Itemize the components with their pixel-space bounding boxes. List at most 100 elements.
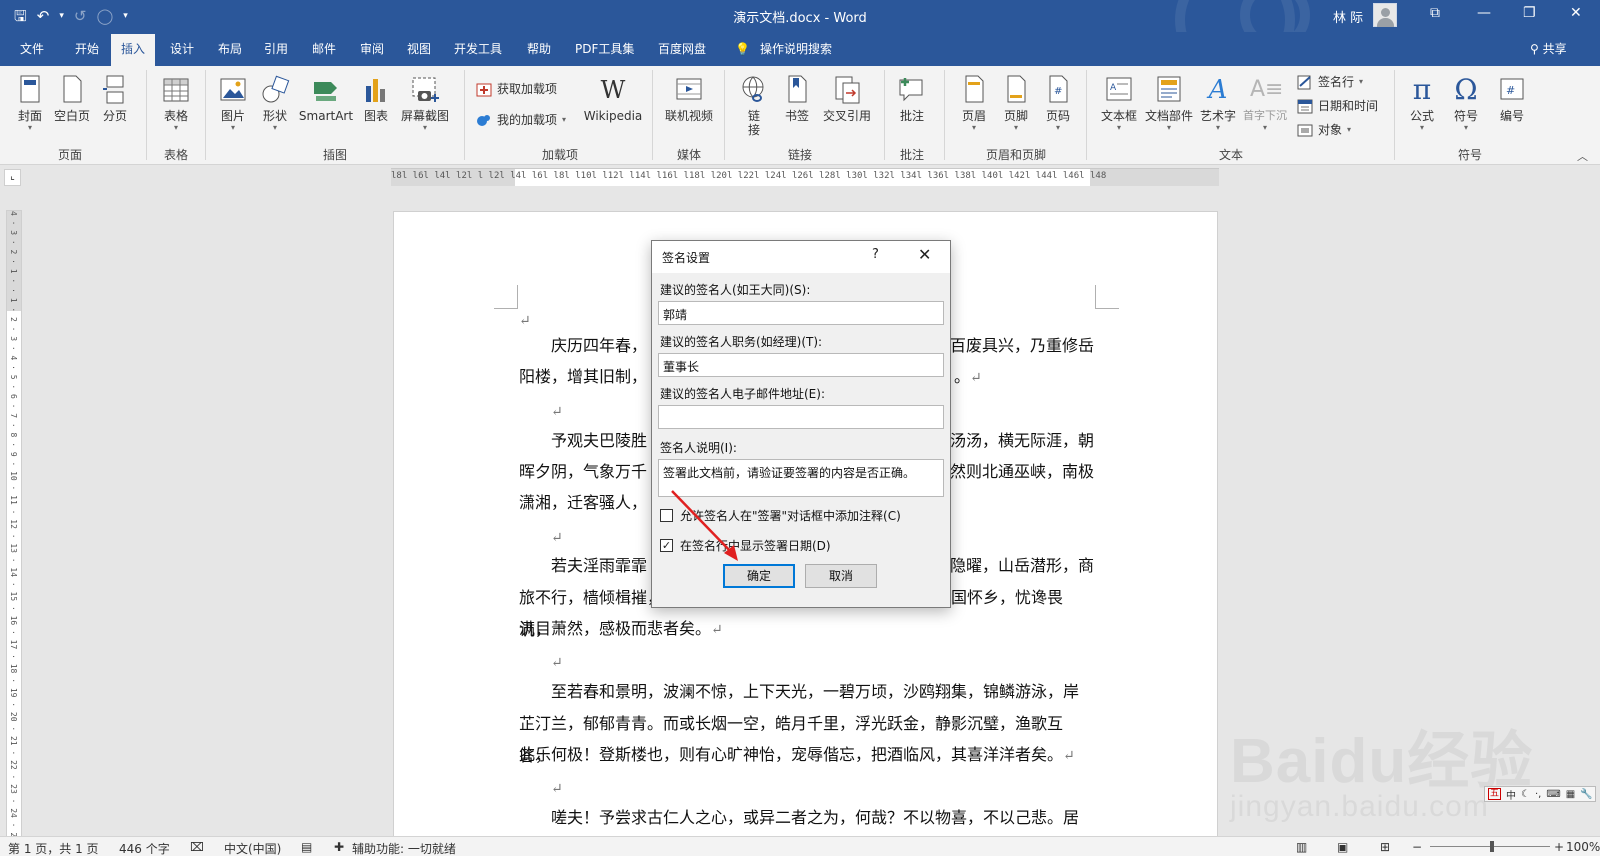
tell-me-search[interactable]: 操作说明搜索 xyxy=(758,32,834,66)
vertical-scrollbar[interactable] xyxy=(1582,189,1600,836)
pictures-button[interactable]: 图片 ▾ xyxy=(215,74,251,133)
cross-reference-button[interactable]: 交叉引用 xyxy=(818,74,876,123)
zoom-slider-knob[interactable] xyxy=(1490,841,1494,852)
date-time-button[interactable]: 日期和时间 xyxy=(1297,97,1378,114)
page-break-label: 分页 xyxy=(102,109,127,123)
close-icon[interactable]: ✕ xyxy=(918,245,931,264)
signer-email-input[interactable] xyxy=(658,405,944,429)
vertical-ruler[interactable]: 4 · 3 · 2 · 1 · · 1 · 2 · 3 · 4 · 5 · 6 … xyxy=(6,210,22,850)
ribbon: 封面 ▾ 空白页 分页 页面 表格 ▾ 表格 图片 ▾ 形状 ▾ SmartAr… xyxy=(0,66,1600,165)
share-button[interactable]: ⚲ 共享 xyxy=(1530,32,1567,66)
group-label-links: 链接 xyxy=(787,148,812,162)
cover-page-label: 封面 xyxy=(17,109,42,123)
avatar[interactable] xyxy=(1373,3,1397,27)
footer-button[interactable]: 页脚 ▾ xyxy=(998,74,1034,133)
table-button[interactable]: 表格 ▾ xyxy=(156,74,196,133)
accessibility-status[interactable]: 辅助功能: 一切就绪 xyxy=(352,840,456,856)
keyboard-icon[interactable]: ⌨ xyxy=(1546,789,1560,800)
ribbon-display-options-icon[interactable]: ⧉ xyxy=(1430,5,1440,21)
ime-mode-label[interactable]: 中 xyxy=(1506,787,1516,802)
tab-pdf-tools[interactable]: PDF工具集 xyxy=(573,32,636,66)
zoom-out-icon[interactable]: − xyxy=(1412,840,1422,854)
paragraph-mark: ↵ xyxy=(551,655,563,671)
signature-setup-dialog: 签名设置 ? ✕ 建议的签名人(如王大同)(S): 郭靖 建议的签名人职务(如经… xyxy=(651,240,951,608)
wordart-button[interactable]: A 艺术字 ▾ xyxy=(1196,74,1240,133)
tab-layout[interactable]: 布局 xyxy=(216,32,244,66)
footer-icon xyxy=(1007,75,1026,103)
close-icon[interactable]: ✕ xyxy=(1570,5,1582,21)
status-bar: 第 1 页，共 1 页 446 个字 ⌧ 中文(中国) ▤ ✚ 辅助功能: 一切… xyxy=(0,836,1600,856)
crop-mark xyxy=(1095,285,1119,309)
equation-label: 公式 xyxy=(1409,109,1434,123)
zoom-in-icon[interactable]: + xyxy=(1554,840,1564,854)
punctuation-icon[interactable]: ·, xyxy=(1535,789,1541,800)
signer-title-input[interactable]: 董事长 xyxy=(658,353,944,377)
collapse-ribbon-icon[interactable]: ︿ xyxy=(1577,148,1588,164)
horizontal-ruler[interactable]: l8l l6l l4l l2l l l2l l4l l6l l8l l10l l… xyxy=(391,168,1219,186)
bookmark-button[interactable]: 书签 xyxy=(780,74,814,123)
tab-view[interactable]: 视图 xyxy=(405,32,433,66)
web-layout-icon[interactable]: ⊞ xyxy=(1380,840,1390,854)
ime-logo-icon: 五 xyxy=(1488,788,1502,800)
tab-help[interactable]: 帮助 xyxy=(525,32,553,66)
paragraph-mark: ↵ xyxy=(711,622,723,638)
language[interactable]: 中文(中国) xyxy=(224,840,281,856)
smartart-button[interactable]: SmartArt xyxy=(297,74,355,123)
macro-icon[interactable]: ▤ xyxy=(301,840,312,854)
drop-cap-button[interactable]: A≡ 首字下沉 ▾ xyxy=(1240,74,1290,133)
header-button[interactable]: 页眉 ▾ xyxy=(956,74,992,133)
chart-button[interactable]: 图表 xyxy=(360,74,392,123)
page-count[interactable]: 第 1 页，共 1 页 xyxy=(8,840,99,856)
online-video-button[interactable]: 联机视频 xyxy=(662,74,716,123)
print-layout-icon[interactable]: ▣ xyxy=(1337,840,1348,854)
red-arrow-annotation xyxy=(671,490,738,561)
quick-parts-button[interactable]: 文档部件 ▾ xyxy=(1144,74,1194,133)
tab-design[interactable]: 设计 xyxy=(168,32,196,66)
text-box-button[interactable]: A 文本框 ▾ xyxy=(1096,74,1142,133)
smartart-icon xyxy=(314,82,337,101)
bookmark-icon xyxy=(788,75,807,103)
minimize-icon[interactable]: — xyxy=(1477,5,1491,21)
tab-baidu-netdisk[interactable]: 百度网盘 xyxy=(656,32,708,66)
tab-insert[interactable]: 插入 xyxy=(111,34,156,66)
signer-name-input[interactable]: 郭靖 xyxy=(658,301,944,325)
tab-file[interactable]: 文件 xyxy=(18,32,46,66)
paragraph-1-line2-right: 。↵ xyxy=(954,361,1094,395)
screenshot-button[interactable]: 屏幕截图 ▾ xyxy=(396,74,454,133)
ime-toolbar[interactable]: 五 中 ☾ ·, ⌨ ▦ 🔧 xyxy=(1484,786,1596,802)
page-break-button[interactable]: 分页 xyxy=(98,74,132,123)
restore-icon[interactable]: ❐ xyxy=(1523,5,1536,21)
object-button[interactable]: 对象 ▾ xyxy=(1297,121,1351,138)
help-icon[interactable]: ? xyxy=(872,247,879,262)
moon-icon[interactable]: ☾ xyxy=(1521,789,1530,800)
zoom-level[interactable]: 100% xyxy=(1566,840,1600,854)
get-addins-button[interactable]: 获取加载项 xyxy=(476,80,557,97)
tab-home[interactable]: 开始 xyxy=(73,32,101,66)
blank-page-button[interactable]: 空白页 xyxy=(52,74,92,123)
shapes-button[interactable]: 形状 ▾ xyxy=(257,74,293,133)
equation-button[interactable]: π 公式 ▾ xyxy=(1404,74,1440,133)
read-mode-icon[interactable]: ▥ xyxy=(1296,840,1307,854)
new-comment-button[interactable]: 批注 xyxy=(894,74,930,123)
wikipedia-button[interactable]: W Wikipedia xyxy=(582,74,644,123)
link-button[interactable]: 链 接 xyxy=(736,74,772,137)
tab-references[interactable]: 引用 xyxy=(262,32,290,66)
my-addins-button[interactable]: 我的加载项 ▾ xyxy=(476,111,566,128)
grid-icon[interactable]: ▦ xyxy=(1566,789,1575,800)
group-label-pages: 页面 xyxy=(57,148,82,162)
cancel-button[interactable]: 取消 xyxy=(805,564,877,588)
tab-review[interactable]: 审阅 xyxy=(358,32,386,66)
wrench-icon[interactable]: 🔧 xyxy=(1580,789,1592,800)
cover-page-button[interactable]: 封面 ▾ xyxy=(12,74,48,133)
dropdown-arrow-icon: ▾ xyxy=(230,123,235,132)
proofing-icon[interactable]: ⌧ xyxy=(190,840,204,854)
tab-developer[interactable]: 开发工具 xyxy=(452,32,504,66)
tab-selector[interactable]: ⌞ xyxy=(4,169,21,186)
tab-mailings[interactable]: 邮件 xyxy=(310,32,338,66)
symbol-button[interactable]: Ω 符号 ▾ xyxy=(1448,74,1484,133)
word-count[interactable]: 446 个字 xyxy=(119,840,170,856)
page-number-button[interactable]: # 页码 ▾ xyxy=(1040,74,1076,133)
signature-line-button[interactable]: 签名行 ▾ xyxy=(1297,73,1363,90)
numbering-button[interactable]: # 编号 xyxy=(1494,74,1530,123)
user-name[interactable]: 林 际 xyxy=(1333,7,1363,26)
